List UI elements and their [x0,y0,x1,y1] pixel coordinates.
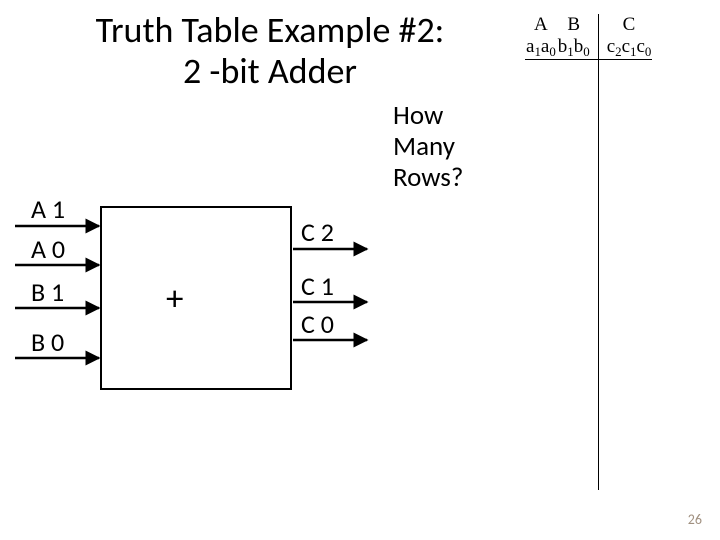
header-b: B [557,14,598,36]
truth-table: A B C a1a0 b1b0 c2c1c0 [525,14,652,490]
header-a: A [525,14,557,36]
slide: Truth Table Example #2: 2 -bit Adder How… [0,0,720,540]
question-line-3: Rows? [393,161,463,194]
truth-table-grid: A B C a1a0 b1b0 c2c1c0 [525,14,652,490]
page-number: 26 [688,511,702,528]
page-title: Truth Table Example #2: 2 -bit Adder [55,10,485,93]
table-body-stub [525,60,652,491]
adder-diagram: + A 1 A 0 B 1 B 0 C 2 C 1 C 0 [15,206,375,406]
subheader-b: b1b0 [557,36,598,60]
table-header-row: A B C [525,14,652,36]
question-line-2: Many [393,130,455,163]
wires-svg [15,206,375,406]
subheader-c: c2c1c0 [598,36,652,60]
table-subheader-row: a1a0 b1b0 c2c1c0 [525,36,652,60]
header-c: C [598,14,652,36]
subheader-a: a1a0 [525,36,557,60]
question-text: How Many Rows? [393,100,463,193]
question-line-1: How [393,99,443,132]
title-line-1: Truth Table Example #2: [96,8,445,52]
title-line-2: 2 -bit Adder [183,49,357,93]
